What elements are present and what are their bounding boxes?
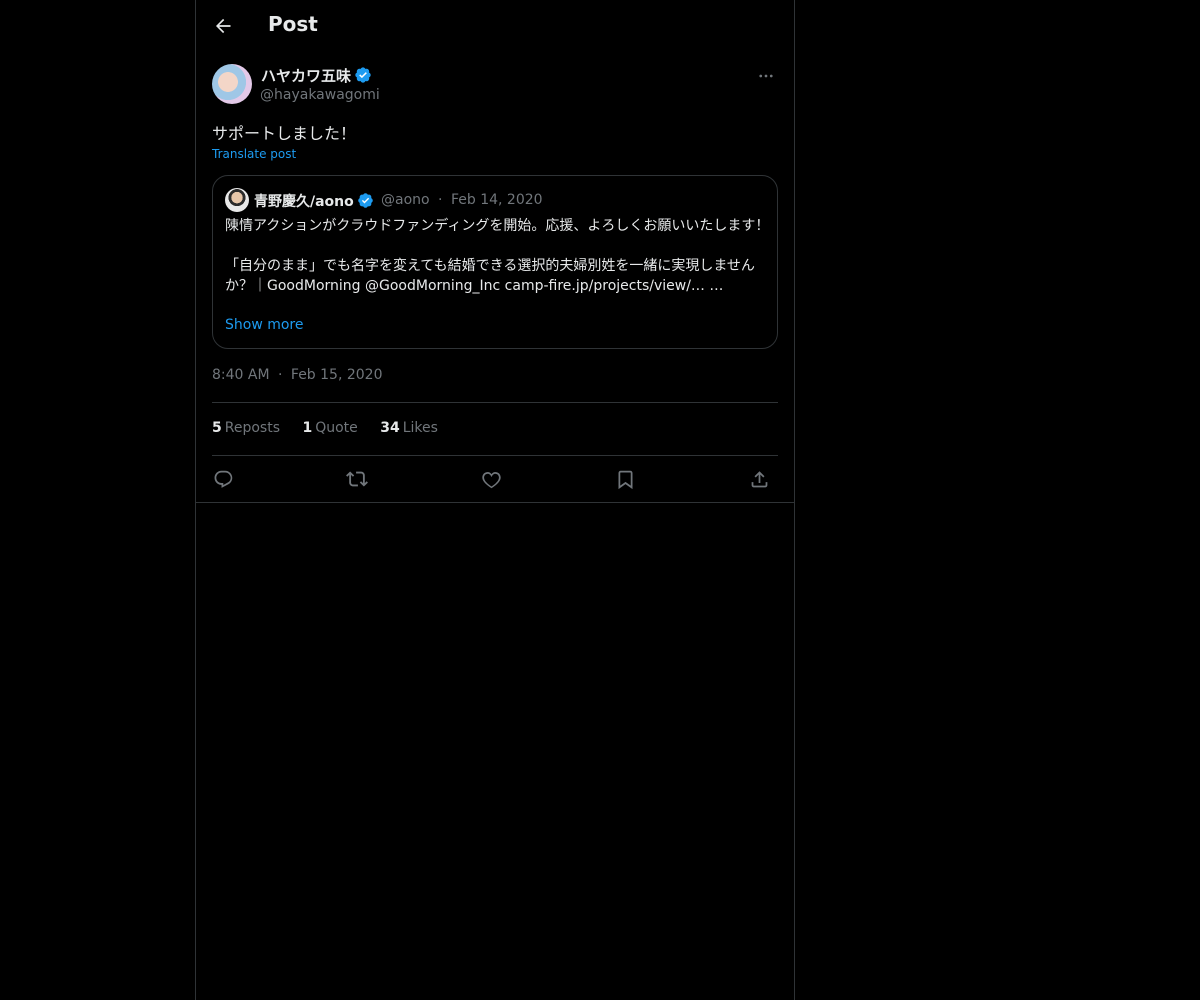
reply-button[interactable] [209, 465, 237, 493]
author-name[interactable]: ハヤカワ五味 [261, 65, 372, 86]
quoted-author-name: 青野慶久/aono [254, 191, 374, 211]
quoted-text: 陳情アクションがクラウドファンディングを開始。応援、よろしくお願いいたします！ … [225, 218, 770, 294]
verified-badge-icon [355, 67, 371, 83]
author-handle[interactable]: @hayakawagomi [260, 87, 380, 103]
divider [212, 455, 778, 456]
quoted-author-handle: @aono [381, 192, 430, 208]
verified-badge-icon [358, 193, 373, 208]
share-icon [751, 470, 767, 487]
repost-icon [346, 471, 368, 487]
avatar[interactable] [212, 64, 252, 104]
page-title: Post [268, 12, 318, 36]
post-author: ハヤカワ五味 @hayakawagomi [212, 64, 778, 108]
quoted-post[interactable]: 青野慶久/aono @aono · Feb 14, 2020 陳情アクションがク… [212, 175, 778, 349]
post-date: Feb 15, 2020 [290, 367, 383, 383]
more-options-button[interactable] [754, 64, 778, 88]
quoted-date: Feb 14, 2020 [450, 192, 543, 208]
show-more-link[interactable]: Show more [225, 317, 304, 333]
like-button[interactable] [477, 465, 505, 493]
post-bottom-border [196, 502, 794, 503]
likes-count: 34 [380, 420, 400, 436]
share-button[interactable] [745, 465, 773, 493]
action-bar [212, 465, 778, 493]
reposts-count: 5 [212, 420, 222, 436]
quoted-separator: · [438, 192, 443, 208]
heart-icon [481, 471, 501, 488]
page-header: Post [196, 0, 794, 53]
back-button[interactable] [208, 11, 238, 41]
post-text: サポートしました！ [212, 124, 357, 143]
repost-button[interactable] [343, 465, 371, 493]
divider [212, 402, 778, 403]
quoted-avatar [225, 188, 249, 212]
reply-icon [214, 470, 232, 488]
quoted-author-name-text: 青野慶久/aono [254, 194, 354, 210]
engagement-stats: 5 Reposts 1 Quote 34 Likes [212, 420, 456, 440]
arrow-left-icon [216, 18, 231, 34]
quotes-count: 1 [302, 420, 313, 436]
author-name-text: ハヤカワ五味 [261, 67, 352, 85]
timestamp-separator: · [278, 367, 283, 383]
bookmark-button[interactable] [611, 465, 639, 493]
translate-post-link[interactable]: Translate post [212, 147, 296, 161]
quotes-label: Quote [315, 420, 358, 436]
post-detail-column: Post ハヤカワ五味 @hayakawagomi サポートしました！ Tran… [195, 0, 795, 1000]
bookmark-icon [618, 470, 632, 489]
likes-stat[interactable]: 34 Likes [380, 420, 438, 436]
post-timestamp[interactable]: 8:40 AM · Feb 15, 2020 [212, 367, 387, 383]
reposts-label: Reposts [224, 420, 280, 436]
post-time: 8:40 AM [212, 367, 270, 383]
likes-label: Likes [402, 420, 438, 436]
quoted-meta: @aono · Feb 14, 2020 [381, 192, 547, 208]
reposts-stat[interactable]: 5 Reposts [212, 420, 280, 436]
quotes-stat[interactable]: 1 Quote [302, 420, 357, 436]
more-horizontal-icon [759, 74, 773, 78]
